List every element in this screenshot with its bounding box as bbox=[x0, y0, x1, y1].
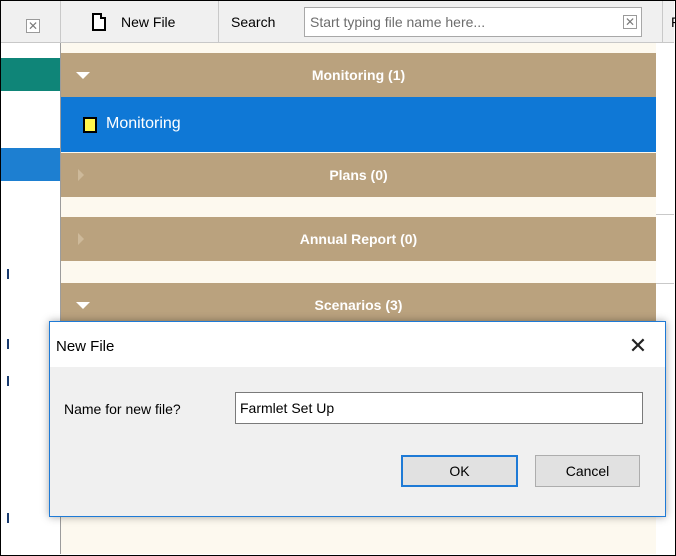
dialog-title: New File bbox=[56, 338, 115, 355]
close-icon[interactable]: ✕ bbox=[619, 330, 657, 362]
group-header-label: Monitoring (1) bbox=[311, 67, 406, 83]
divider bbox=[656, 214, 674, 215]
ok-button[interactable]: OK bbox=[401, 455, 518, 487]
sidebar-marker bbox=[7, 339, 9, 349]
search-input[interactable] bbox=[304, 7, 642, 37]
expand-toggle[interactable] bbox=[76, 53, 96, 97]
toolbar-separator bbox=[662, 1, 663, 42]
file-name-input[interactable] bbox=[235, 392, 643, 424]
group-header-plans[interactable]: Plans (0) bbox=[61, 153, 656, 197]
name-field-label: Name for new file? bbox=[64, 401, 181, 417]
sidebar-marker bbox=[7, 269, 9, 279]
file-item-label: Monitoring bbox=[106, 115, 181, 132]
document-icon bbox=[92, 13, 106, 31]
group-header-label: Scenarios (3) bbox=[314, 297, 403, 313]
group-header-annual-report[interactable]: Annual Report (0) bbox=[61, 217, 656, 261]
expand-toggle[interactable] bbox=[76, 217, 96, 261]
cancel-button[interactable]: Cancel bbox=[535, 455, 640, 487]
new-file-dialog: New File ✕ Name for new file? OK Cancel bbox=[49, 321, 666, 517]
group-header-label: Annual Report (0) bbox=[299, 231, 418, 247]
new-file-label: New File bbox=[121, 14, 176, 30]
toolbar-overflow-text: F bbox=[671, 14, 676, 30]
divider bbox=[656, 283, 674, 284]
file-item-monitoring[interactable]: Monitoring bbox=[61, 97, 656, 152]
sidebar-item-selected[interactable] bbox=[1, 148, 60, 181]
dialog-titlebar: New File ✕ bbox=[50, 322, 665, 367]
toolbar: ✕ New File Search ✕ F bbox=[1, 1, 676, 43]
file-icon bbox=[83, 117, 97, 133]
triangle-right-icon bbox=[78, 233, 84, 245]
triangle-down-icon bbox=[76, 72, 90, 79]
expand-toggle[interactable] bbox=[76, 153, 96, 197]
triangle-down-icon bbox=[76, 302, 90, 309]
search-label: Search bbox=[231, 14, 276, 30]
close-panel-icon[interactable]: ✕ bbox=[26, 19, 40, 33]
group-header-label: Plans (0) bbox=[329, 167, 388, 183]
toolbar-separator bbox=[218, 1, 219, 42]
new-file-button[interactable]: New File bbox=[61, 1, 218, 42]
clear-search-icon[interactable]: ✕ bbox=[623, 15, 637, 29]
sidebar-marker bbox=[7, 376, 9, 386]
group-header-monitoring[interactable]: Monitoring (1) bbox=[61, 53, 656, 97]
triangle-right-icon bbox=[78, 169, 84, 181]
sidebar-marker bbox=[7, 513, 9, 523]
sidebar-item-teal[interactable] bbox=[1, 58, 60, 91]
